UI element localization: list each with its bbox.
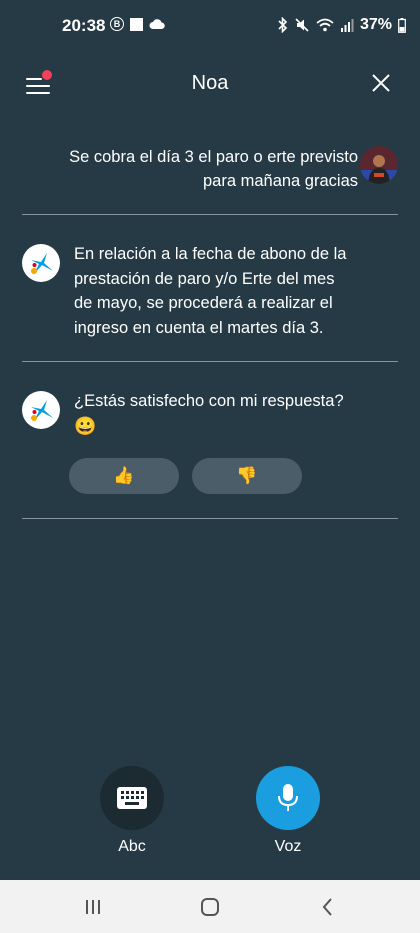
page-title: Noa xyxy=(191,72,229,94)
user-avatar xyxy=(360,146,398,184)
bot-message: En relación a la fecha de abono de la pr… xyxy=(74,242,394,340)
recent-apps-glyph xyxy=(86,900,100,914)
user-message-line: para mañana gracias xyxy=(202,172,358,190)
status-bar: 20:38 B 37% xyxy=(0,0,420,52)
recent-apps-icon[interactable] xyxy=(78,894,108,920)
signal-icon xyxy=(340,19,354,32)
back-glyph xyxy=(322,898,332,916)
thumbs-up-button[interactable]: 👍 xyxy=(69,458,179,494)
bluetooth-icon xyxy=(278,17,288,33)
voice-label: Voz xyxy=(274,838,302,855)
chat-header: Noa xyxy=(0,52,420,114)
divider xyxy=(22,518,398,519)
voice-button[interactable] xyxy=(256,766,320,830)
home-icon[interactable] xyxy=(195,894,225,920)
avatar-image xyxy=(360,146,398,184)
thumbs-up-icon: 👍 xyxy=(113,466,135,485)
microphone-icon xyxy=(278,784,298,811)
cloud-icon xyxy=(149,19,165,29)
battery-percentage: 37% xyxy=(359,16,392,33)
close-icon[interactable] xyxy=(370,72,392,94)
bot-question: ¿Estás satisfecho con mi respuesta? 😀 xyxy=(74,389,394,438)
status-left-icons: B xyxy=(110,17,165,31)
user-message-line: Se cobra el día 3 el paro o erte previst… xyxy=(69,148,358,166)
battery-icon xyxy=(398,17,406,33)
square-icon xyxy=(130,17,143,31)
back-icon[interactable] xyxy=(313,894,343,920)
bot-avatar xyxy=(22,244,60,282)
b-circle-icon: B xyxy=(110,17,124,31)
status-time: 20:38 xyxy=(62,16,106,35)
keyboard-button[interactable] xyxy=(100,766,164,830)
divider xyxy=(22,361,398,362)
bot-message-line: En relación a la fecha de abono de la xyxy=(74,245,347,263)
bot-question-text: ¿Estás satisfecho con mi respuesta? xyxy=(74,392,344,410)
thumbs-down-button[interactable]: 👎 xyxy=(192,458,302,494)
system-nav-bar xyxy=(0,880,420,933)
keyboard-icon xyxy=(117,787,147,809)
bot-avatar xyxy=(22,391,60,429)
status-right-icons: 37% xyxy=(277,16,406,34)
bot-message-line: prestación de paro y/o Erte del mes xyxy=(74,269,335,288)
bot-message-line: ingreso en cuenta el martes día 3. xyxy=(74,318,324,337)
mute-icon xyxy=(295,18,309,32)
keyboard-label: Abc xyxy=(118,838,146,855)
grinning-emoji: 😀 xyxy=(74,415,97,436)
caixabank-star-icon xyxy=(31,253,53,274)
divider xyxy=(22,214,398,215)
thumbs-down-icon: 👎 xyxy=(236,466,258,485)
wifi-icon xyxy=(316,18,334,32)
bot-message-line: de mayo, se procederá a realizar el xyxy=(74,294,333,312)
caixabank-star-icon xyxy=(31,400,53,421)
home-glyph xyxy=(201,898,219,916)
user-message: Se cobra el día 3 el paro o erte previst… xyxy=(28,145,358,193)
